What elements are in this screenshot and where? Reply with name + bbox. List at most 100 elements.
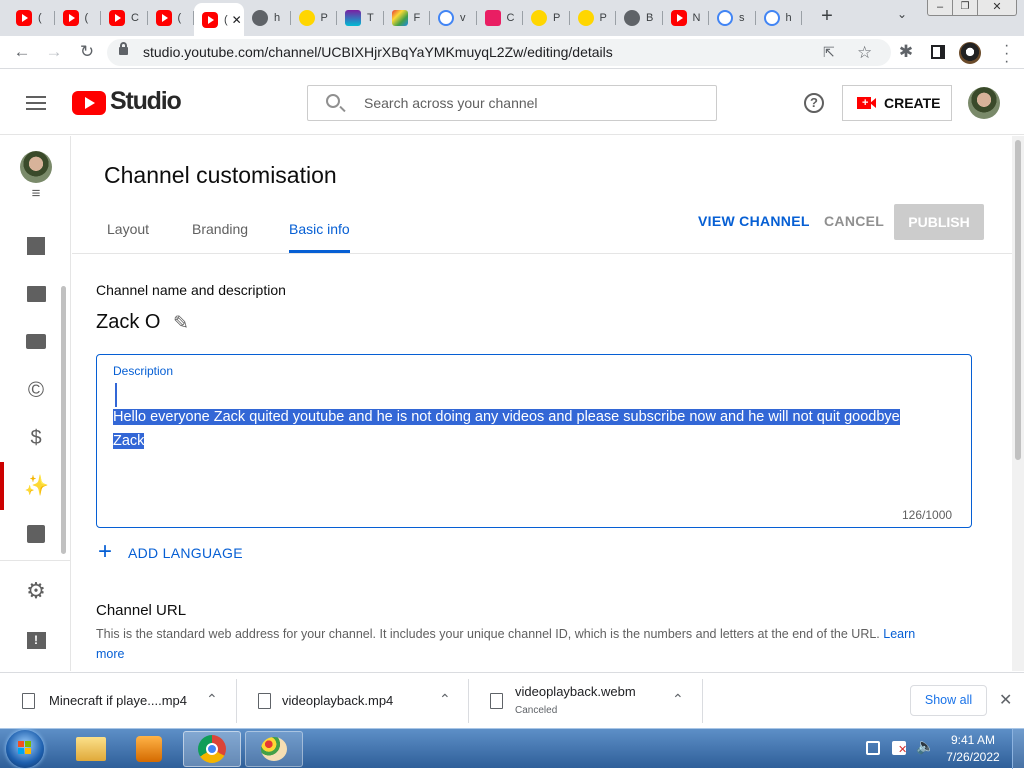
show-desktop-button[interactable] <box>1012 729 1024 769</box>
youtube-favicon-icon <box>62 10 79 26</box>
back-icon[interactable]: ← <box>11 42 33 62</box>
browser-tab[interactable]: ( <box>55 4 101 32</box>
clock-time[interactable]: 9:41 AM <box>950 733 996 747</box>
profile-avatar[interactable] <box>959 42 981 64</box>
page-scrollbar[interactable] <box>1012 136 1024 671</box>
close-tab-icon[interactable]: ✕ <box>232 13 242 27</box>
audio-library-icon[interactable] <box>24 522 48 546</box>
chevron-up-icon[interactable]: ⌃ <box>206 691 218 708</box>
maximize-button[interactable]: ❐ <box>952 0 978 16</box>
tab-title: T <box>367 12 374 24</box>
chrome-taskbar-icon[interactable] <box>183 731 241 767</box>
extensions-icon[interactable]: ✱ <box>895 42 917 62</box>
chrome-menu-icon[interactable]: · · · <box>1004 38 1009 70</box>
tab-search-icon[interactable]: ⌄ <box>897 7 907 21</box>
tab-title: P <box>599 12 607 24</box>
youtube-favicon-icon <box>155 10 172 26</box>
settings-icon[interactable]: ⚙ <box>24 579 48 603</box>
browser-tab[interactable]: P <box>523 4 570 32</box>
page-title: Channel customisation <box>104 162 337 188</box>
clock-date[interactable]: 7/26/2022 <box>944 750 1002 764</box>
download-item[interactable]: Minecraft if playe....mp4 ⌃ <box>0 673 236 729</box>
google-favicon-icon <box>717 10 733 26</box>
chevron-up-icon[interactable]: ⌃ <box>439 691 451 708</box>
action-center-tray-icon[interactable]: ✕ <box>892 741 907 756</box>
channel-avatar[interactable] <box>968 87 1000 119</box>
browser-tab[interactable]: v <box>430 4 477 32</box>
browser-tab[interactable]: (✕ <box>194 3 244 36</box>
tab-title: h <box>274 12 281 24</box>
side-panel-icon[interactable] <box>931 45 945 59</box>
comments-icon[interactable] <box>24 282 48 306</box>
start-button[interactable] <box>6 730 44 768</box>
show-all-button[interactable]: Show all <box>910 685 987 716</box>
channel-name: Zack O <box>96 311 161 333</box>
close-downloads-icon[interactable]: ✕ <box>999 690 1012 710</box>
browser-tab[interactable]: C <box>477 4 523 32</box>
browser-tab[interactable]: ( <box>148 4 194 32</box>
description-field[interactable]: Description Hello everyone Zack quited y… <box>96 354 972 528</box>
browser-tab[interactable]: N <box>663 4 709 32</box>
media-player-taskbar-icon[interactable] <box>120 731 178 767</box>
customisation-icon[interactable]: ✨ <box>24 474 49 498</box>
search-input[interactable]: Search across your channel <box>307 85 717 121</box>
add-language-plus-icon[interactable]: + <box>98 540 112 564</box>
new-tab-button[interactable]: + <box>818 5 836 27</box>
globe-favicon-icon <box>252 10 268 26</box>
sidebar-channel-avatar[interactable] <box>20 151 52 183</box>
tab-title: C <box>506 12 515 24</box>
analytics-icon[interactable] <box>24 234 48 258</box>
reload-icon[interactable]: ↻ <box>76 42 98 62</box>
network-tray-icon[interactable] <box>866 741 880 755</box>
browser-tab[interactable]: P <box>570 4 616 32</box>
tab-title: ( <box>84 12 89 24</box>
description-label: Description <box>113 364 174 378</box>
tab-branding[interactable]: Branding <box>192 221 248 237</box>
browser-toolbar: ← → ↻ studio.youtube.com/channel/UCBIXHj… <box>0 36 1024 70</box>
browser-tab[interactable]: T <box>337 4 384 32</box>
subtitles-icon[interactable] <box>24 330 48 354</box>
browser-tab[interactable]: C <box>101 4 148 32</box>
browser-tab[interactable]: s <box>709 4 756 32</box>
explorer-taskbar-icon[interactable] <box>62 731 120 767</box>
studio-logo-text[interactable]: Studio <box>110 87 182 116</box>
paint-taskbar-icon[interactable] <box>245 731 303 767</box>
page-scrollbar-thumb[interactable] <box>1015 140 1021 460</box>
minimize-button[interactable]: – <box>927 0 953 16</box>
hamburger-menu-icon[interactable] <box>26 96 46 110</box>
feedback-icon[interactable]: ! <box>24 626 48 650</box>
browser-tab[interactable]: F <box>384 4 430 32</box>
download-item[interactable]: videoplayback.webm Canceled ⌃ <box>468 673 702 729</box>
youtube-logo-icon[interactable] <box>72 91 106 115</box>
tab-basic-info[interactable]: Basic info <box>289 221 350 237</box>
browser-tab[interactable]: h <box>244 4 291 32</box>
create-button[interactable]: + CREATE <box>842 85 952 121</box>
tab-layout[interactable]: Layout <box>107 221 149 237</box>
content-icon[interactable]: ≡ <box>24 186 48 212</box>
smiley-favicon-icon <box>531 10 547 26</box>
cancel-button[interactable]: CANCEL <box>824 213 884 229</box>
address-bar[interactable]: studio.youtube.com/channel/UCBIXHjrXBqYa… <box>107 39 891 66</box>
browser-tab[interactable]: P <box>291 4 337 32</box>
share-icon[interactable]: ⇱ <box>823 39 835 66</box>
youtube-favicon-icon <box>670 10 687 26</box>
view-channel-button[interactable]: VIEW CHANNEL <box>698 213 810 229</box>
browser-tab[interactable]: ( <box>8 4 55 32</box>
chevron-up-icon[interactable]: ⌃ <box>672 691 684 708</box>
publish-button[interactable]: PUBLISH <box>894 204 984 240</box>
browser-tab[interactable]: h <box>756 4 802 32</box>
bookmark-star-icon[interactable]: ☆ <box>857 39 872 66</box>
download-item[interactable]: videoplayback.mp4 ⌃ <box>236 673 468 729</box>
copyright-icon[interactable]: © <box>24 378 48 402</box>
help-icon[interactable]: ? <box>804 93 824 113</box>
browser-tab[interactable]: B <box>616 4 663 32</box>
add-language-button[interactable]: ADD LANGUAGE <box>128 545 243 561</box>
description-text[interactable]: Hello everyone Zack quited youtube and h… <box>113 405 933 453</box>
edit-name-pencil-icon[interactable]: ✎ <box>173 312 189 335</box>
close-window-button[interactable]: ✕ <box>977 0 1017 16</box>
sidebar-scrollbar[interactable] <box>61 286 66 554</box>
earn-icon[interactable]: $ <box>24 426 48 450</box>
tt-favicon-icon <box>345 10 361 26</box>
forward-icon[interactable]: → <box>43 42 65 62</box>
volume-tray-icon[interactable]: 🔈 <box>916 737 935 755</box>
